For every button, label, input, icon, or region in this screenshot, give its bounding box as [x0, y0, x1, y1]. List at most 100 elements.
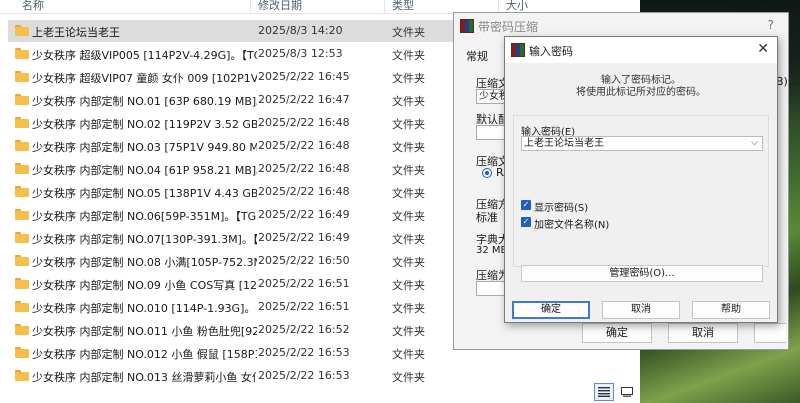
- folder-icon: [15, 255, 29, 266]
- help-button[interactable]: 帮助: [692, 301, 770, 319]
- file-name: 少女秩序 内部定制 NO.02 [119P2V 3.52 GB]...: [32, 118, 257, 131]
- folder-icon: [15, 232, 29, 243]
- file-date: 2025/2/22 16:51: [258, 300, 350, 313]
- folder-icon: [15, 117, 29, 128]
- file-type: 文件夹: [392, 72, 425, 85]
- help-button[interactable]: [754, 323, 786, 343]
- file-type: 文件夹: [392, 210, 425, 223]
- file-type: 文件夹: [392, 95, 425, 108]
- close-icon[interactable]: ✕: [757, 41, 769, 57]
- help-icon[interactable]: ?: [768, 18, 774, 32]
- folder-icon: [15, 48, 29, 59]
- file-name: 少女秩序 内部定制 NO.04 [61P 958.21 MB]。...: [32, 164, 257, 177]
- file-row[interactable]: 少女秩序 内部定制 NO.013 丝滑萝莉小鱼 女仆... 2025/2/22 …: [8, 365, 640, 387]
- file-date: 2025/8/3 12:53: [258, 47, 343, 60]
- file-name: 少女秩序 内部定制 NO.01 [63P 680.19 MB]。...: [32, 95, 257, 108]
- file-name: 少女秩序 内部定制 NO.012 小鱼 假鼠 [158P1...: [32, 348, 257, 361]
- rar-radio[interactable]: [482, 168, 492, 178]
- file-name: 少女秩序 内部定制 NO.08 小满[105P-752.3M...: [32, 256, 257, 269]
- file-date: 2025/2/22 16:45: [258, 70, 350, 83]
- file-type: 文件夹: [392, 141, 425, 154]
- file-type: 文件夹: [392, 118, 425, 131]
- tiles-view-icon[interactable]: [617, 383, 637, 401]
- file-type: 文件夹: [392, 279, 425, 292]
- file-date: 2025/2/22 16:51: [258, 277, 350, 290]
- details-view-icon[interactable]: [594, 383, 614, 401]
- folder-icon: [15, 370, 29, 381]
- cancel-button[interactable]: 取消: [602, 301, 680, 319]
- info-text-line2: 将使用此标记所对应的密码。: [576, 87, 706, 98]
- file-name: 少女秩序 内部定制 NO.06[59P-351M]。【TG...: [32, 210, 257, 223]
- folder-icon: [15, 301, 29, 312]
- chevron-down-icon[interactable]: ⌵: [751, 137, 758, 150]
- file-type: 文件夹: [392, 348, 425, 361]
- file-type: 文件夹: [392, 325, 425, 338]
- file-date: 2025/2/22 16:50: [258, 254, 350, 267]
- ok-button[interactable]: 确定: [512, 301, 590, 319]
- file-type: 文件夹: [392, 187, 425, 200]
- folder-icon: [15, 324, 29, 335]
- file-date: 2025/2/22 16:49: [258, 231, 350, 244]
- file-date: 2025/2/22 16:52: [258, 323, 350, 336]
- file-name: 少女秩序 内部定制 NO.05 [138P1V 4.43 GB]...: [32, 187, 257, 200]
- file-date: 2025/2/22 16:48: [258, 185, 350, 198]
- file-date: 2025/2/22 16:49: [258, 208, 350, 221]
- folder-icon: [15, 140, 29, 151]
- browse-button[interactable]: B)...: [776, 75, 798, 88]
- file-name: 少女秩序 内部定制 NO.010 [114P-1.93G]。【...: [32, 302, 257, 315]
- password-value: 上老王论坛当老王: [524, 138, 604, 149]
- ok-button[interactable]: 确定: [582, 323, 652, 343]
- cancel-button[interactable]: 取消: [668, 323, 738, 343]
- file-date: 2025/2/22 16:53: [258, 369, 350, 382]
- manage-passwords-button[interactable]: 管理密码(O)...: [521, 265, 763, 282]
- folder-icon: [15, 347, 29, 358]
- winrar-icon: [460, 19, 474, 33]
- dialog-title: 带密码压缩: [478, 20, 539, 34]
- folder-icon: [15, 71, 29, 82]
- compression-method-value[interactable]: 标准: [476, 209, 498, 225]
- file-date: 2025/2/22 16:47: [258, 93, 350, 106]
- show-password-label: 显示密码(S): [534, 203, 589, 214]
- column-separator[interactable]: [250, 0, 251, 14]
- show-password-checkbox[interactable]: ✓: [521, 200, 531, 210]
- folder-icon: [15, 278, 29, 289]
- folder-icon: [15, 163, 29, 174]
- folder-icon: [15, 209, 29, 220]
- column-type[interactable]: 类型: [392, 0, 414, 12]
- file-name: 少女秩序 超级VIP005 [114P2V-4.29G]。【TG...: [32, 49, 257, 62]
- encrypt-filenames-checkbox[interactable]: ✓: [521, 217, 531, 227]
- winrar-icon: [511, 43, 525, 57]
- file-type: 文件夹: [392, 49, 425, 62]
- encrypt-filenames-label: 加密文件名称(N): [534, 220, 610, 231]
- file-name: 少女秩序 超级VIP07 童颜 女仆 009 [102P1V-3...: [32, 72, 257, 85]
- dictionary-size-value[interactable]: 32 MB: [476, 245, 507, 256]
- column-date[interactable]: 修改日期: [258, 0, 302, 12]
- file-name: 少女秩序 内部定制 NO.09 小鱼 COS写真 [125...: [32, 279, 257, 292]
- folder-icon: [15, 94, 29, 105]
- file-type: 文件夹: [392, 256, 425, 269]
- file-date: 2025/2/22 16:48: [258, 162, 350, 175]
- column-separator[interactable]: [384, 0, 385, 14]
- tab-general[interactable]: 常规: [466, 48, 488, 64]
- column-name[interactable]: 名称: [22, 0, 44, 12]
- file-type: 文件夹: [392, 302, 425, 315]
- file-name: 少女秩序 内部定制 NO.011 小鱼 粉色肚兜[92...: [32, 325, 257, 338]
- column-size[interactable]: 大小: [506, 0, 528, 12]
- file-name: 上老王论坛当老王: [32, 26, 120, 39]
- file-type: 文件夹: [392, 371, 425, 384]
- enter-password-dialog: 输入密码 ✕ 输入了密码标记。 将使用此标记所对应的密码。 输入密码(E) 上老…: [504, 36, 778, 323]
- file-name: 少女秩序 内部定制 NO.013 丝滑萝莉小鱼 女仆...: [32, 371, 257, 384]
- folder-icon: [15, 186, 29, 197]
- file-date: 2025/2/22 16:48: [258, 116, 350, 129]
- file-date: 2025/8/3 14:20: [258, 24, 343, 37]
- file-type: 文件夹: [392, 26, 425, 39]
- folder-icon: [15, 25, 29, 36]
- file-type: 文件夹: [392, 233, 425, 246]
- password-combobox[interactable]: 上老王论坛当老王 ⌵: [521, 136, 763, 151]
- dialog-titlebar: 输入密码 ✕: [505, 37, 777, 63]
- file-date: 2025/2/22 16:53: [258, 346, 350, 359]
- dialog-title: 输入密码: [529, 45, 573, 58]
- file-name: 少女秩序 内部定制 NO.07[130P-391.3M]。【...: [32, 233, 257, 246]
- file-name: 少女秩序 内部定制 NO.03 [75P1V 949.80 MB...: [32, 141, 257, 154]
- file-date: 2025/2/22 16:48: [258, 139, 350, 152]
